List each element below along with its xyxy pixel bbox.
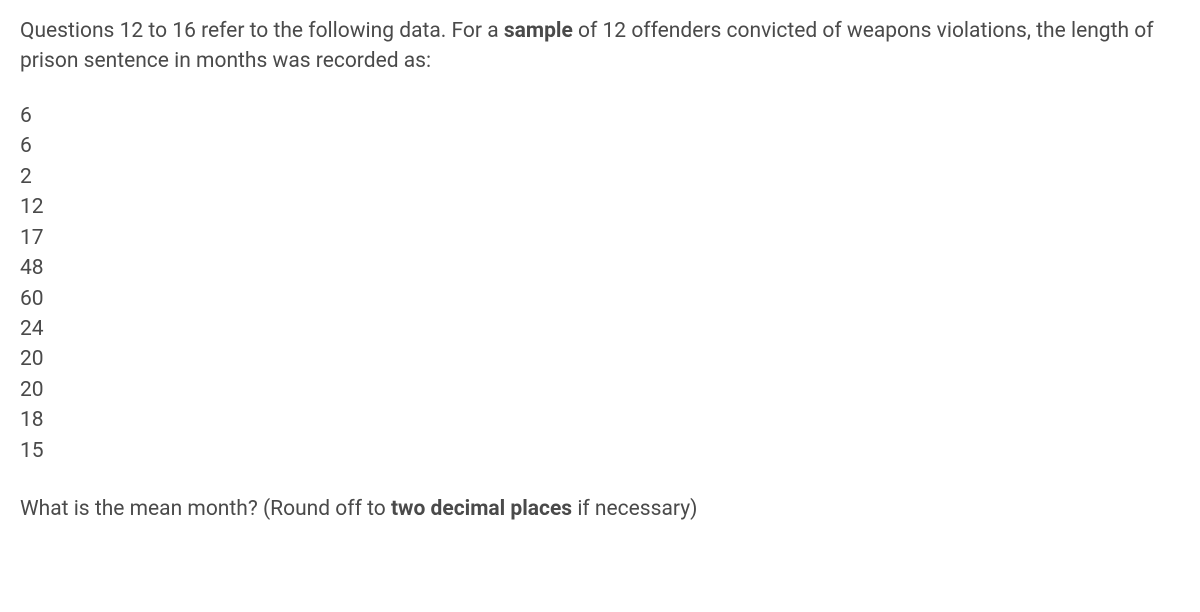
list-item: 20 <box>20 344 1180 374</box>
list-item: 2 <box>20 162 1180 192</box>
list-item: 12 <box>20 192 1180 222</box>
list-item: 20 <box>20 375 1180 405</box>
intro-bold-sample: sample <box>504 19 573 43</box>
data-value-list: 6 6 2 12 17 48 60 24 20 20 18 15 <box>20 101 1180 466</box>
intro-paragraph: Questions 12 to 16 refer to the followin… <box>20 16 1180 77</box>
question-text-part2: if necessary) <box>572 497 697 521</box>
list-item: 6 <box>20 131 1180 161</box>
list-item: 17 <box>20 223 1180 253</box>
list-item: 48 <box>20 253 1180 283</box>
question-paragraph: What is the mean month? (Round off to tw… <box>20 494 1180 524</box>
intro-text-part1: Questions 12 to 16 refer to the followin… <box>20 19 504 43</box>
question-text-part1: What is the mean month? (Round off to <box>20 497 391 521</box>
list-item: 18 <box>20 405 1180 435</box>
list-item: 6 <box>20 101 1180 131</box>
list-item: 15 <box>20 436 1180 466</box>
list-item: 24 <box>20 314 1180 344</box>
list-item: 60 <box>20 284 1180 314</box>
question-bold-decimal: two decimal places <box>391 497 572 521</box>
